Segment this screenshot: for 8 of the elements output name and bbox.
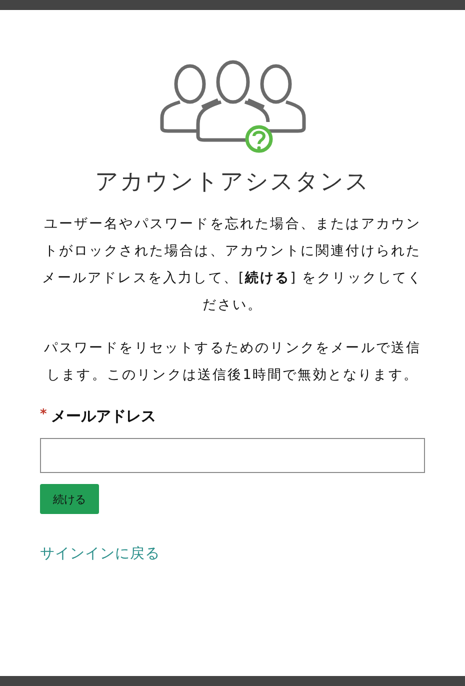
back-to-sign-in-link[interactable]: サインインに戻る	[40, 544, 160, 563]
page-title: アカウントアシスタンス	[95, 168, 370, 197]
required-mark: *	[40, 407, 47, 422]
email-input[interactable]	[40, 438, 425, 473]
instruction-text: パスワードをリセットするためのリンクをメールで送信します。このリンクは送信後1時間で無効となります。	[42, 339, 422, 385]
field-label: メールアドレス	[50, 407, 156, 426]
continue-button[interactable]: 続ける	[40, 484, 99, 514]
instruction-text: ユーザー名やパスワードを忘れた場合、またはアカウントがロックされた場合は、アカウントに関連付けられたメールアドレスを入力して、[続ける] をクリックしてください。	[41, 215, 424, 315]
